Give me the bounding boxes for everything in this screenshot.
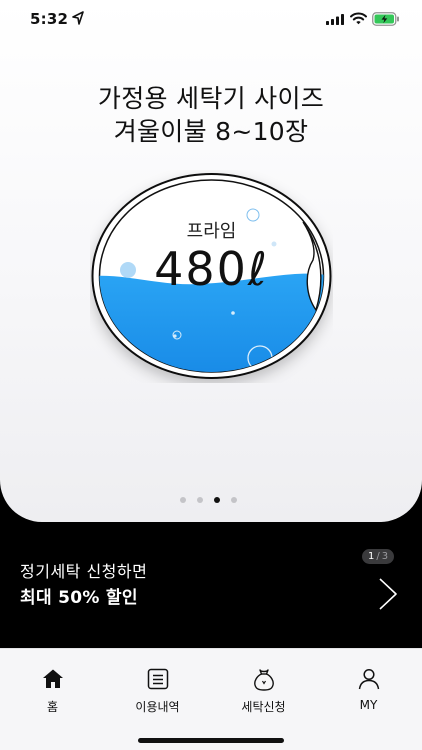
person-icon: [358, 668, 380, 690]
tab-history[interactable]: 이용내역: [105, 649, 210, 721]
home-icon: [43, 669, 63, 688]
carousel-pager: [180, 497, 237, 505]
wifi-icon: [350, 12, 367, 25]
bottom-tab-bar: 홈 이용내역 세탁신청 MY: [0, 648, 422, 750]
list-document-icon: [147, 668, 169, 690]
promo-subtitle: 정기세탁 신청하면: [20, 562, 148, 581]
battery-charging-icon: [372, 12, 399, 26]
tab-home[interactable]: 홈: [0, 649, 105, 721]
hero-title-line2: 겨울이불 8~10장: [113, 117, 309, 146]
status-time: 5:32: [30, 10, 69, 28]
laundry-bag-icon: [254, 669, 274, 691]
status-bar: 5:32: [0, 0, 422, 40]
promo-page-counter: 1 / 3: [362, 549, 395, 564]
chevron-right-icon[interactable]: [376, 576, 400, 612]
tab-label: MY: [359, 698, 378, 712]
cellular-signal-icon: [326, 14, 344, 25]
pager-dot[interactable]: [197, 497, 203, 503]
pager-dot-active[interactable]: [214, 497, 220, 503]
home-indicator[interactable]: [138, 738, 284, 743]
drum-model-label: 프라임: [186, 221, 237, 242]
tab-label: 세탁신청: [241, 700, 286, 714]
promo-headline: 최대 50% 할인: [20, 588, 138, 608]
tab-my[interactable]: MY: [316, 649, 421, 721]
hero-title-line1: 가정용 세탁기 사이즈: [97, 84, 325, 113]
promo-counter-current: 1: [368, 551, 375, 562]
pager-dot[interactable]: [231, 497, 237, 503]
tab-label: 홈: [46, 700, 59, 714]
promo-counter-separator: /: [376, 551, 380, 562]
tab-label: 이용내역: [135, 700, 180, 714]
hero-title: 가정용 세탁기 사이즈 겨울이불 8~10장: [0, 82, 422, 148]
promo-counter-total: 3: [381, 551, 389, 562]
tab-laundry-request[interactable]: 세탁신청: [211, 649, 316, 721]
hero-card[interactable]: 가정용 세탁기 사이즈 겨울이불 8~10장 프라임 480ℓ: [0, 0, 422, 522]
location-arrow-icon: [72, 11, 84, 25]
drum-capacity: 480ℓ: [154, 242, 269, 296]
washer-drum: 프라임 480ℓ: [90, 170, 333, 383]
pager-dot[interactable]: [180, 497, 186, 503]
